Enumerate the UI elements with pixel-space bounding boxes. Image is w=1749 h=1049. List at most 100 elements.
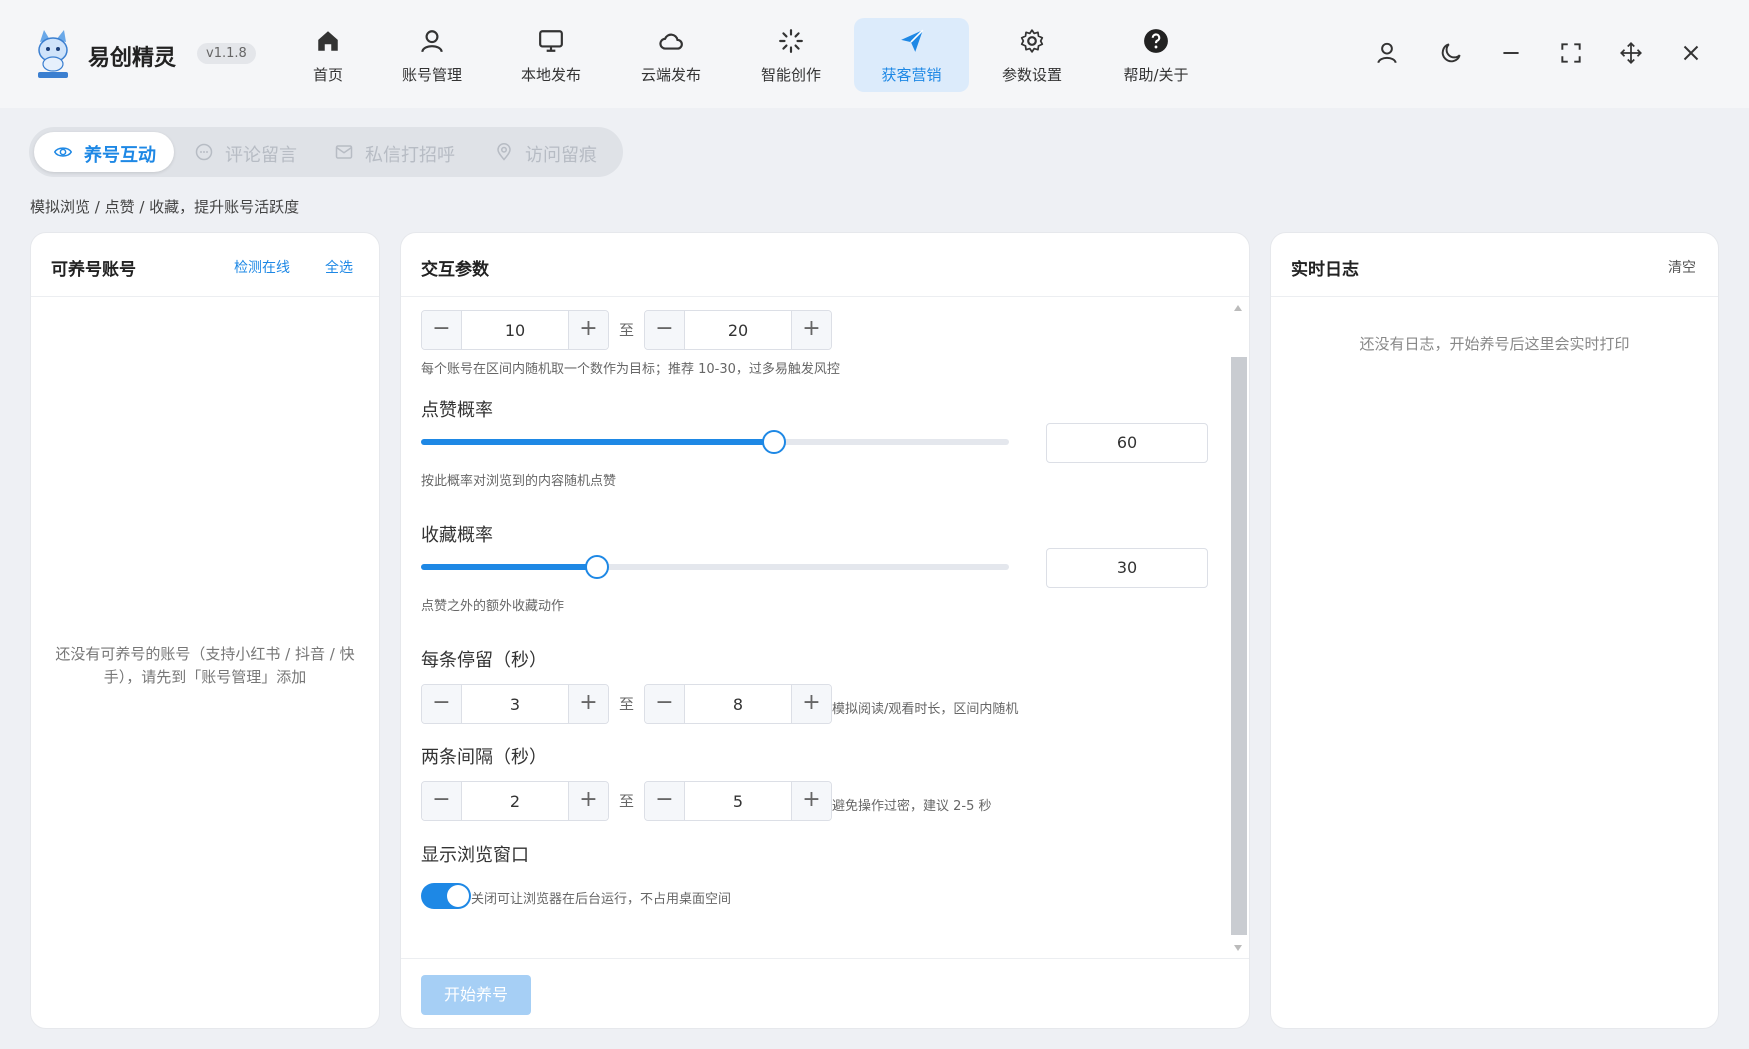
- user-profile-icon[interactable]: [1374, 40, 1400, 66]
- fullscreen-icon[interactable]: [1558, 40, 1584, 66]
- stay-hint: 模拟阅读/观看时长，区间内随机: [832, 702, 1019, 717]
- increment-button[interactable]: +: [791, 311, 831, 349]
- scroll-down-arrow[interactable]: [1234, 945, 1242, 951]
- move-icon[interactable]: [1618, 40, 1644, 66]
- check-online-link[interactable]: 检测在线: [234, 257, 290, 277]
- interval-min-stepper[interactable]: − 2 +: [421, 781, 609, 821]
- slider-handle[interactable]: [761, 430, 786, 454]
- nav-item-settings[interactable]: 参数设置: [986, 18, 1078, 92]
- nav-item-home[interactable]: 首页: [289, 18, 367, 92]
- scroll-up-arrow[interactable]: [1234, 305, 1242, 311]
- eye-icon: [54, 147, 72, 157]
- slider-fill: [421, 564, 598, 570]
- stay-label: 每条停留（秒）: [421, 650, 547, 671]
- nav-label: 云端发布: [640, 66, 701, 84]
- decrement-button[interactable]: −: [645, 685, 685, 723]
- decrement-button[interactable]: −: [645, 311, 685, 349]
- like-rate-slider[interactable]: [421, 430, 1009, 454]
- start-nurture-button[interactable]: 开始养号: [421, 975, 531, 1015]
- browse-count-max-stepper[interactable]: − 20 +: [644, 310, 832, 350]
- increment-button[interactable]: +: [791, 685, 831, 723]
- panel-title: 实时日志: [1291, 260, 1359, 280]
- nav-item-ai-create[interactable]: 智能创作: [745, 18, 837, 92]
- nav-label: 参数设置: [1001, 66, 1062, 84]
- stepper-value[interactable]: 3: [462, 695, 568, 714]
- tab-comments[interactable]: 评论留言: [175, 132, 315, 172]
- location-pin-icon: [497, 143, 511, 161]
- interval-hint: 避免操作过密，建议 2-5 秒: [832, 799, 992, 814]
- show-browser-toggle[interactable]: [421, 883, 471, 909]
- app-name: 易创精灵: [88, 46, 177, 71]
- monitor-icon: [539, 30, 563, 52]
- stay-min-stepper[interactable]: − 3 +: [421, 684, 609, 724]
- decrement-button[interactable]: −: [422, 311, 462, 349]
- fav-rate-label: 收藏概率: [421, 525, 493, 546]
- tab-label: 养号互动: [84, 145, 156, 166]
- browse-count-hint: 每个账号在区间内随机取一个数作为目标；推荐 10-30，过多易触发风控: [421, 362, 840, 377]
- empty-accounts-message: 还没有可养号的账号（支持小红书 / 抖音 / 快手），请先到「账号管理」添加: [55, 645, 355, 686]
- nav-item-marketing[interactable]: 获客营销: [854, 18, 969, 92]
- increment-button[interactable]: +: [568, 782, 608, 820]
- range-separator: 至: [619, 792, 635, 810]
- decrement-button[interactable]: −: [422, 685, 462, 723]
- tab-nurture[interactable]: 养号互动: [34, 132, 174, 172]
- decrement-button[interactable]: −: [645, 782, 685, 820]
- increment-button[interactable]: +: [791, 782, 831, 820]
- dark-mode-icon[interactable]: [1438, 40, 1464, 66]
- increment-button[interactable]: +: [568, 311, 608, 349]
- tab-private-message[interactable]: 私信打招呼: [315, 132, 475, 172]
- tab-label: 评论留言: [225, 145, 297, 166]
- log-panel: 实时日志 清空 还没有日志，开始养号后这里会实时打印: [1270, 232, 1719, 1029]
- toggle-knob: [447, 885, 469, 907]
- panel-title: 可养号账号: [51, 260, 136, 280]
- stepper-value[interactable]: 5: [685, 792, 791, 811]
- nav-item-cloud-publish[interactable]: 云端发布: [625, 18, 717, 92]
- nav-label: 获客营销: [881, 66, 942, 84]
- fav-rate-slider[interactable]: [421, 555, 1009, 579]
- slider-handle[interactable]: [585, 555, 610, 579]
- nav-item-accounts[interactable]: 账号管理: [386, 18, 478, 92]
- nav-label: 本地发布: [520, 66, 581, 84]
- nav-item-local-publish[interactable]: 本地发布: [505, 18, 597, 92]
- fav-rate-input[interactable]: 30: [1046, 548, 1208, 588]
- select-all-link[interactable]: 全选: [325, 257, 353, 277]
- fav-rate-hint: 点赞之外的额外收藏动作: [421, 599, 565, 614]
- scrollbar-thumb[interactable]: [1231, 357, 1247, 935]
- interval-max-stepper[interactable]: − 5 +: [644, 781, 832, 821]
- stepper-value[interactable]: 8: [685, 695, 791, 714]
- cloud-icon: [659, 33, 683, 50]
- increment-button[interactable]: +: [568, 685, 608, 723]
- params-panel: 交互参数 − 10 + 至 − 20 + 每个账号在区间内随机取一个数作为目标；…: [400, 232, 1250, 1029]
- decrement-button[interactable]: −: [422, 782, 462, 820]
- nav-item-help[interactable]: 帮助/关于: [1106, 18, 1206, 92]
- stay-max-stepper[interactable]: − 8 +: [644, 684, 832, 724]
- panel-header: 实时日志 清空: [1271, 233, 1718, 297]
- like-rate-input[interactable]: 60: [1046, 423, 1208, 463]
- params-scroll-area[interactable]: − 10 + 至 − 20 + 每个账号在区间内随机取一个数作为目标；推荐 10…: [401, 298, 1249, 958]
- stepper-value[interactable]: 20: [685, 321, 791, 340]
- paper-plane-icon: [900, 29, 923, 52]
- range-separator: 至: [619, 321, 635, 339]
- like-rate-label: 点赞概率: [421, 400, 493, 421]
- tab-label: 访问留痕: [525, 145, 597, 166]
- app-logo: [38, 30, 68, 78]
- minimize-icon[interactable]: [1498, 40, 1524, 66]
- clear-log-button[interactable]: 清空: [1668, 257, 1696, 277]
- home-icon: [318, 31, 338, 51]
- browse-count-min-stepper[interactable]: − 10 +: [421, 310, 609, 350]
- stepper-value[interactable]: 2: [462, 792, 568, 811]
- nav-label: 智能创作: [760, 66, 821, 84]
- tab-visit-trace[interactable]: 访问留痕: [475, 132, 615, 172]
- mail-icon: [335, 145, 353, 159]
- show-browser-label: 显示浏览窗口: [421, 845, 529, 866]
- stepper-value[interactable]: 10: [462, 321, 568, 340]
- panel-title: 交互参数: [421, 260, 489, 280]
- gear-icon: [1020, 29, 1044, 53]
- panel-header: 可养号账号 检测在线 全选: [31, 233, 379, 297]
- accounts-panel: 可养号账号 检测在线 全选 还没有可养号的账号（支持小红书 / 抖音 / 快手）…: [30, 232, 380, 1029]
- help-icon: [1144, 29, 1168, 53]
- like-rate-hint: 按此概率对浏览到的内容随机点赞: [421, 474, 617, 489]
- footer-divider: [401, 958, 1249, 959]
- sparkle-loader-icon: [779, 29, 803, 53]
- close-icon[interactable]: [1678, 40, 1704, 66]
